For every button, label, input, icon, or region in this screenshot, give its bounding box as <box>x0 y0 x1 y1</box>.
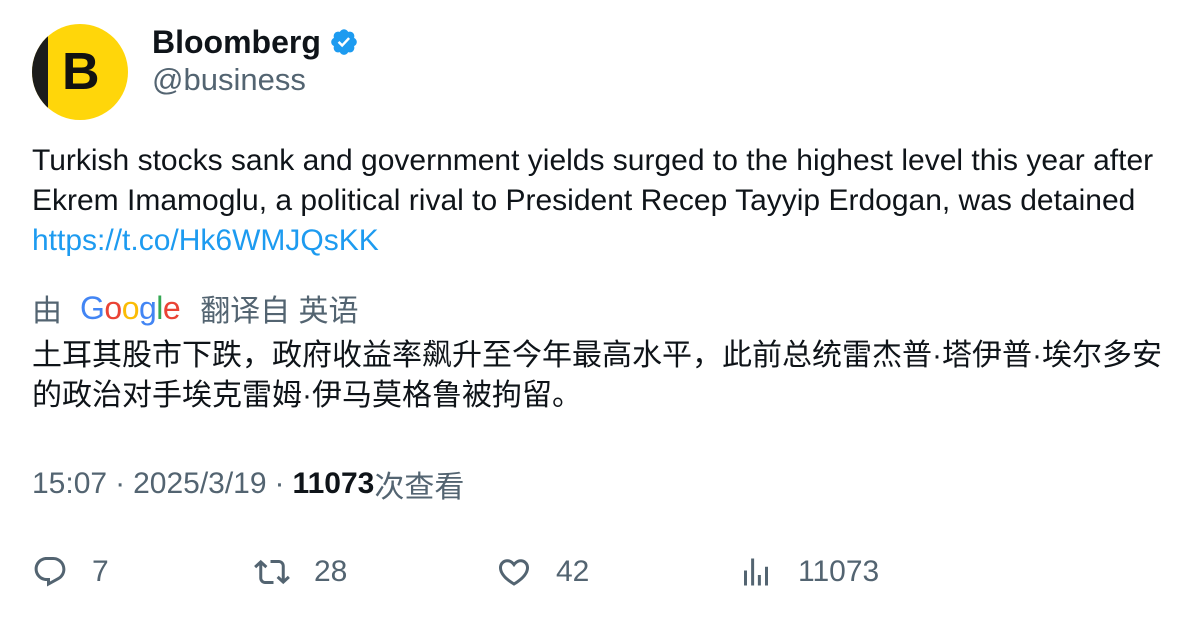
views-button[interactable]: 11073 <box>738 550 879 594</box>
views-label: 次查看 <box>374 471 465 504</box>
tweet-link[interactable]: https://t.co/Hk6WMJQsKK <box>32 224 379 257</box>
translation-prefix: 由 <box>32 295 62 328</box>
translation-suffix: 翻译自 英语 <box>200 295 359 328</box>
action-bar: 7 28 42 11073 <box>32 550 1172 594</box>
retweet-icon <box>254 559 290 585</box>
views-count-action: 11073 <box>798 555 880 588</box>
google-logo-letter: o <box>104 289 122 326</box>
author-name-row: Bloomberg <box>152 22 359 62</box>
reply-button[interactable]: 7 <box>32 550 109 594</box>
verified-badge-icon <box>331 29 357 55</box>
tweet-body: Turkish stocks sank and government yield… <box>32 144 1154 217</box>
tweet-date[interactable]: 2025/3/19 <box>133 467 266 501</box>
meta-separator: · <box>274 467 285 500</box>
google-logo-letter: g <box>138 289 157 326</box>
like-button[interactable]: 42 <box>496 550 589 594</box>
reply-count: 7 <box>92 555 109 588</box>
google-logo-letter: e <box>162 289 181 326</box>
google-logo-letter: G <box>80 289 105 326</box>
tweet-text: Turkish stocks sank and government yield… <box>32 141 1172 261</box>
views-count: 11073 <box>292 467 375 500</box>
tweet-meta: 15:07 · 2025/3/19 · 11073 次查看 <box>32 464 464 504</box>
google-logo[interactable]: Google <box>80 289 181 327</box>
retweet-button[interactable]: 28 <box>254 550 347 594</box>
meta-separator: · <box>115 467 126 500</box>
analytics-icon <box>744 558 768 586</box>
author-handle[interactable]: @business <box>152 62 306 98</box>
google-logo-letter: l <box>156 289 163 326</box>
like-count: 42 <box>556 555 590 588</box>
heart-icon <box>498 559 530 586</box>
author-name[interactable]: Bloomberg <box>152 24 321 61</box>
avatar[interactable]: B <box>32 24 128 120</box>
translation-attribution: 由 Google 翻译自 英语 <box>32 286 359 330</box>
avatar-letter: B <box>62 43 100 101</box>
translated-text: 土耳其股市下跌，政府收益率飙升至今年最高水平，此前总统雷杰普·塔伊普·埃尔多安的… <box>32 339 1162 412</box>
tweet-time[interactable]: 15:07 <box>32 467 107 501</box>
retweet-count: 28 <box>314 555 348 588</box>
google-logo-letter: o <box>121 289 140 326</box>
reply-icon <box>34 557 66 587</box>
avatar-shade <box>32 24 48 120</box>
